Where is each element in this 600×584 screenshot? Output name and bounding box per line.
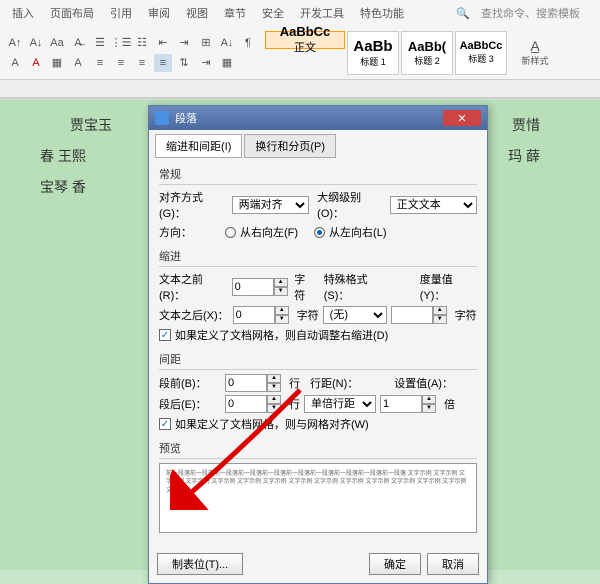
shading-icon[interactable]: ▦ xyxy=(48,54,66,72)
tab-special[interactable]: 特色功能 xyxy=(352,5,412,21)
tab-security[interactable]: 安全 xyxy=(254,5,292,21)
ribbon-tabs: 插入 页面布局 引用 审阅 视图 章节 安全 开发工具 特色功能 🔍 查找命令、… xyxy=(0,0,600,26)
chk-grid-indent-label: 如果定义了文档网格，则自动调整右缩进(D) xyxy=(175,327,388,343)
outline-label: 大纲级别(O)： xyxy=(317,189,386,221)
highlight-icon[interactable]: A xyxy=(6,54,24,72)
new-style-button[interactable]: A̲新样式 xyxy=(511,31,559,75)
style-heading3[interactable]: AaBbCc标题 3 xyxy=(455,31,507,75)
special-select[interactable]: (无) xyxy=(323,306,387,324)
multilevel-icon[interactable]: ☷ xyxy=(133,34,151,52)
align-left-icon[interactable]: ≡ xyxy=(91,54,109,72)
after-para-label: 段后(E)： xyxy=(159,396,221,412)
section-spacing: 间距 xyxy=(159,349,477,370)
style-normal[interactable]: AaBbCc正文 xyxy=(265,31,345,49)
paragraph-dialog: 段落 ✕ 缩进和间距(I) 换行和分页(P) 常规 对齐方式(G)： 两端对齐 … xyxy=(148,105,488,584)
before-para-input[interactable] xyxy=(225,374,267,392)
style-heading2[interactable]: AaBb(标题 2 xyxy=(401,31,453,75)
after-text-input[interactable] xyxy=(233,306,275,324)
chk-grid-indent[interactable]: ✓ xyxy=(159,329,171,341)
ruler[interactable] xyxy=(0,80,600,98)
style-heading1[interactable]: AaBb标题 1 xyxy=(347,31,399,75)
sort-icon[interactable]: A↓ xyxy=(218,34,236,52)
dialog-title: 段落 xyxy=(175,110,197,126)
tabs-button[interactable]: 制表位(T)... xyxy=(157,553,243,575)
after-para-input[interactable] xyxy=(225,395,267,413)
chk-grid-align-label: 如果定义了文档网格，则与网格对齐(W) xyxy=(175,416,369,432)
paragraph-mark-icon[interactable]: ¶ xyxy=(239,34,257,52)
setval-input[interactable] xyxy=(380,395,422,413)
before-text-input[interactable] xyxy=(232,278,274,296)
dialog-titlebar[interactable]: 段落 ✕ xyxy=(149,106,487,130)
outline-select[interactable]: 正文文本 xyxy=(390,196,477,214)
align-label: 对齐方式(G)： xyxy=(159,189,228,221)
section-preview: 预览 xyxy=(159,438,477,459)
tab-references[interactable]: 引用 xyxy=(102,5,140,21)
before-text-label: 文本之前(R)： xyxy=(159,271,228,303)
char-border-icon[interactable]: A xyxy=(69,54,87,72)
measure-label: 度量值(Y)： xyxy=(420,271,477,303)
tab-review[interactable]: 审阅 xyxy=(140,5,178,21)
tab-layout[interactable]: 页面布局 xyxy=(42,5,102,21)
cancel-button[interactable]: 取消 xyxy=(427,553,479,575)
shading2-icon[interactable]: ▦ xyxy=(218,54,236,72)
align-select[interactable]: 两端对齐 xyxy=(232,196,310,214)
tab-view[interactable]: 视图 xyxy=(178,5,216,21)
clear-format-icon[interactable]: A̶ xyxy=(69,34,87,52)
font-color-icon[interactable]: A xyxy=(27,54,45,72)
tab-indent-spacing[interactable]: 缩进和间距(I) xyxy=(155,134,242,158)
measure-input[interactable] xyxy=(391,306,433,324)
line-spacing-icon[interactable]: ⇅ xyxy=(175,54,193,72)
search-box[interactable]: 🔍 查找命令、搜索模板 xyxy=(448,5,596,21)
section-indent: 缩进 xyxy=(159,246,477,267)
align-justify-icon[interactable]: ≡ xyxy=(154,54,172,72)
setval-label: 设置值(A)： xyxy=(394,375,453,391)
font-case-icon[interactable]: Aa xyxy=(48,34,66,52)
unit-char: 字符 xyxy=(294,271,315,303)
spin-down[interactable]: ▼ xyxy=(274,287,288,296)
increase-indent-icon[interactable]: ⇥ xyxy=(175,34,193,52)
chk-grid-align[interactable]: ✓ xyxy=(159,418,171,430)
align-center-icon[interactable]: ≡ xyxy=(112,54,130,72)
before-para-label: 段前(B)： xyxy=(159,375,221,391)
numbering-icon[interactable]: ⋮☰ xyxy=(112,34,130,52)
dir-ltr-radio[interactable] xyxy=(314,227,325,238)
style-gallery: AaBbCc正文 AaBb标题 1 AaBb(标题 2 AaBbCc标题 3 xyxy=(265,31,507,75)
close-button[interactable]: ✕ xyxy=(443,110,481,126)
tab-section[interactable]: 章节 xyxy=(216,5,254,21)
linespace-select[interactable]: 单倍行距 xyxy=(304,395,376,413)
ok-button[interactable]: 确定 xyxy=(369,553,421,575)
tab-line-page-breaks[interactable]: 换行和分页(P) xyxy=(244,134,336,158)
border-icon[interactable]: ⊞ xyxy=(197,34,215,52)
after-text-label: 文本之后(X)： xyxy=(159,307,229,323)
section-general: 常规 xyxy=(159,164,477,185)
toolbar: A↑ A↓ Aa A̶ A A ▦ A ☰ ⋮☰ ☷ ⇤ ⇥ ≡ ≡ xyxy=(0,26,600,80)
dir-rtl-radio[interactable] xyxy=(225,227,236,238)
direction-label: 方向： xyxy=(159,224,221,240)
decrease-indent-icon[interactable]: ⇤ xyxy=(154,34,172,52)
align-right-icon[interactable]: ≡ xyxy=(133,54,151,72)
linespace-label: 行距(N)： xyxy=(310,375,358,391)
dir-rtl-label: 从右向左(F) xyxy=(240,224,298,240)
tab-developer[interactable]: 开发工具 xyxy=(292,5,352,21)
font-grow-icon[interactable]: A↑ xyxy=(6,34,24,52)
dialog-icon xyxy=(155,111,169,125)
tab-icon[interactable]: ⇥ xyxy=(197,54,215,72)
special-label: 特殊格式(S)： xyxy=(324,271,392,303)
preview-box: 前一段落前一段落前一段落前一段落前一段落前一段落前一段落前一段落前一段落前一段落… xyxy=(159,463,477,533)
spin-up[interactable]: ▲ xyxy=(274,278,288,287)
font-shrink-icon[interactable]: A↓ xyxy=(27,34,45,52)
tab-insert[interactable]: 插入 xyxy=(4,5,42,21)
bullets-icon[interactable]: ☰ xyxy=(91,34,109,52)
dir-ltr-label: 从左向右(L) xyxy=(329,224,386,240)
